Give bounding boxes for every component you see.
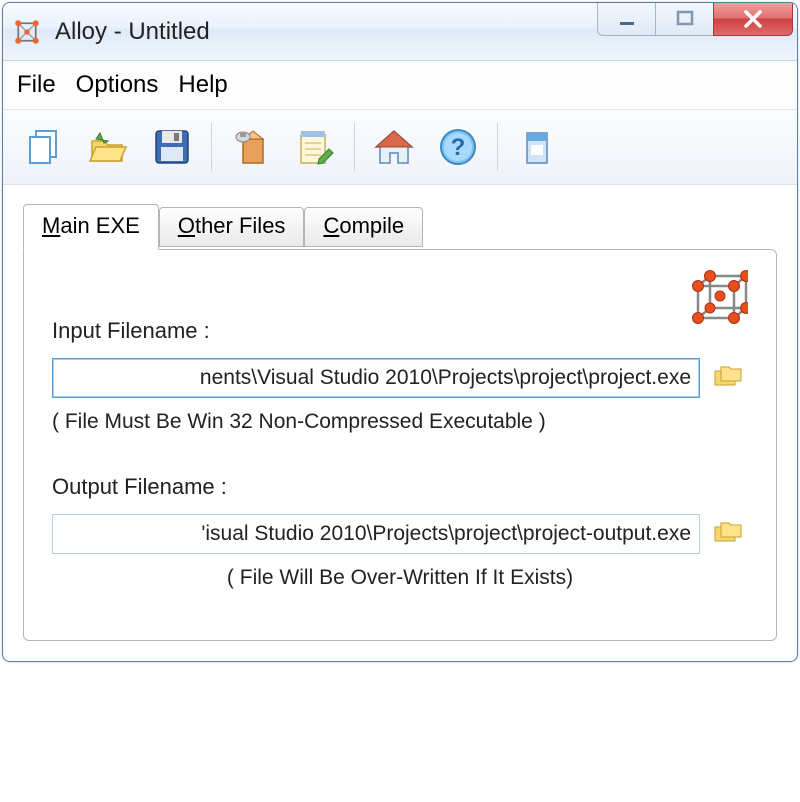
browse-output-button[interactable] — [712, 519, 748, 549]
tab-main-exe[interactable]: Main EXE — [23, 204, 159, 250]
output-filename-field[interactable] — [52, 514, 700, 554]
toolbar-separator — [497, 123, 498, 171]
tab-strip: Main EXE Other Files Compile — [23, 203, 777, 249]
input-filename-field[interactable] — [52, 358, 700, 398]
window-controls — [597, 2, 793, 36]
home-button[interactable] — [365, 118, 423, 176]
svg-text:?: ? — [451, 134, 466, 161]
menu-options[interactable]: Options — [76, 71, 159, 99]
tab-other-files[interactable]: Other Files — [159, 207, 305, 247]
app-window: Alloy - Untitled File Options Help — [2, 2, 798, 662]
toolbar-separator — [354, 123, 355, 171]
new-button[interactable] — [15, 118, 73, 176]
minimize-button[interactable] — [597, 2, 655, 36]
output-filename-hint: ( File Will Be Over-Written If It Exists… — [52, 566, 748, 590]
toolbar: ? — [3, 110, 797, 185]
output-filename-block: Output Filename : ( File Will Be Over-Wr… — [52, 474, 748, 590]
client-area: Main EXE Other Files Compile — [3, 185, 797, 661]
tab-pane-main-exe: Input Filename : ( File Must Be Win 32 N… — [23, 249, 777, 641]
window-title: Alloy - Untitled — [55, 18, 597, 46]
tab-compile[interactable]: Compile — [304, 207, 423, 247]
help-button[interactable]: ? — [429, 118, 487, 176]
menu-file[interactable]: File — [17, 71, 56, 99]
browse-input-button[interactable] — [712, 363, 748, 393]
open-button[interactable] — [79, 118, 137, 176]
menu-help[interactable]: Help — [178, 71, 227, 99]
save-button[interactable] — [143, 118, 201, 176]
titlebar[interactable]: Alloy - Untitled — [3, 3, 797, 61]
toolbar-separator — [211, 123, 212, 171]
package-button[interactable] — [508, 118, 566, 176]
input-filename-block: Input Filename : ( File Must Be Win 32 N… — [52, 318, 748, 434]
close-button[interactable] — [713, 2, 793, 36]
notes-button[interactable] — [286, 118, 344, 176]
input-filename-hint: ( File Must Be Win 32 Non-Compressed Exe… — [52, 410, 748, 434]
maximize-button[interactable] — [655, 2, 713, 36]
alloy-logo-icon — [684, 268, 748, 332]
output-filename-label: Output Filename : — [52, 474, 748, 500]
build-button[interactable] — [222, 118, 280, 176]
input-filename-label: Input Filename : — [52, 318, 748, 344]
menubar: File Options Help — [3, 61, 797, 110]
app-icon — [13, 18, 41, 46]
